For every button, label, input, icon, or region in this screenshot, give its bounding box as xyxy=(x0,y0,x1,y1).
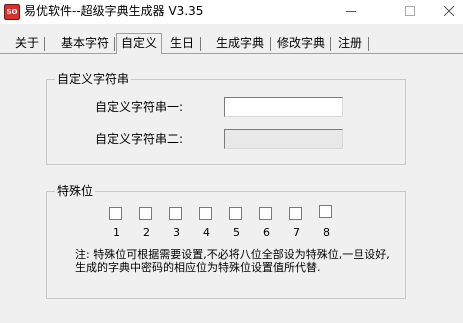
tab-underline xyxy=(0,53,463,54)
special-position-checkbox-6[interactable] xyxy=(259,207,272,220)
position-number: 4 xyxy=(203,226,210,239)
tab-register[interactable]: 注册 xyxy=(334,35,369,53)
tab-generate-dictionary[interactable]: 生成字典 xyxy=(212,35,271,53)
special-position-checkbox-1[interactable] xyxy=(109,207,122,220)
tab-modify-dictionary[interactable]: 修改字典 xyxy=(274,35,331,53)
close-icon xyxy=(444,6,454,16)
special-position-checkbox-2[interactable] xyxy=(139,207,152,220)
tab-divider xyxy=(114,37,115,51)
position-number: 2 xyxy=(143,226,150,239)
tab-label: 关于 xyxy=(14,36,39,50)
maximize-button[interactable] xyxy=(394,0,426,22)
tab-divider xyxy=(368,37,369,51)
special-positions-note: 注: 特殊位可根据需要设置,不必将八位全部设为特殊位,一旦设好,生成的字典中密码… xyxy=(75,248,390,274)
custom-string-1-label: 自定义字符串一: xyxy=(95,100,184,114)
custom-string-group: 自定义字符串 xyxy=(46,72,406,165)
minimize-button[interactable] xyxy=(336,0,368,22)
title-bar: SO 易优软件--超级字典生成器 V3.35 xyxy=(0,0,463,24)
position-number: 3 xyxy=(173,226,180,239)
custom-string-1-input[interactable] xyxy=(224,97,343,117)
tab-divider xyxy=(270,37,271,51)
tab-birthday[interactable]: 生日 xyxy=(166,35,201,53)
position-number: 7 xyxy=(293,226,300,239)
group-title: 自定义字符串 xyxy=(55,72,132,86)
position-number: 6 xyxy=(263,226,270,239)
group-title: 特殊位 xyxy=(55,184,96,198)
tab-label: 基本字符 xyxy=(60,36,109,50)
tab-custom[interactable]: 自定义 xyxy=(116,33,162,54)
tab-divider xyxy=(330,37,331,51)
app-icon: SO xyxy=(4,4,20,20)
position-number: 1 xyxy=(113,226,120,239)
custom-string-2-label: 自定义字符串二: xyxy=(95,132,184,146)
minimize-icon xyxy=(346,11,356,12)
position-number: 5 xyxy=(233,226,240,239)
special-position-checkbox-4[interactable] xyxy=(199,207,212,220)
window-title: 易优软件--超级字典生成器 V3.35 xyxy=(24,4,204,18)
special-position-checkbox-8[interactable] xyxy=(319,205,332,218)
tab-divider xyxy=(44,37,45,51)
close-button[interactable] xyxy=(432,0,463,22)
position-number: 8 xyxy=(323,226,330,239)
special-position-checkbox-5[interactable] xyxy=(229,207,242,220)
tab-about[interactable]: 关于 xyxy=(12,35,45,53)
special-position-checkbox-3[interactable] xyxy=(169,207,182,220)
tab-label: 修改字典 xyxy=(276,36,325,50)
special-positions-group: 特殊位 xyxy=(46,184,406,299)
tab-divider xyxy=(200,37,201,51)
custom-string-2-input[interactable] xyxy=(224,129,343,149)
special-position-checkbox-7[interactable] xyxy=(289,207,302,220)
tab-label: 注册 xyxy=(337,36,362,50)
tab-label: 生日 xyxy=(169,36,194,50)
tab-label: 自定义 xyxy=(120,36,157,50)
tab-label: 生成字典 xyxy=(215,36,264,50)
tab-basic-chars[interactable]: 基本字符 xyxy=(58,35,115,53)
maximize-icon xyxy=(405,6,415,16)
